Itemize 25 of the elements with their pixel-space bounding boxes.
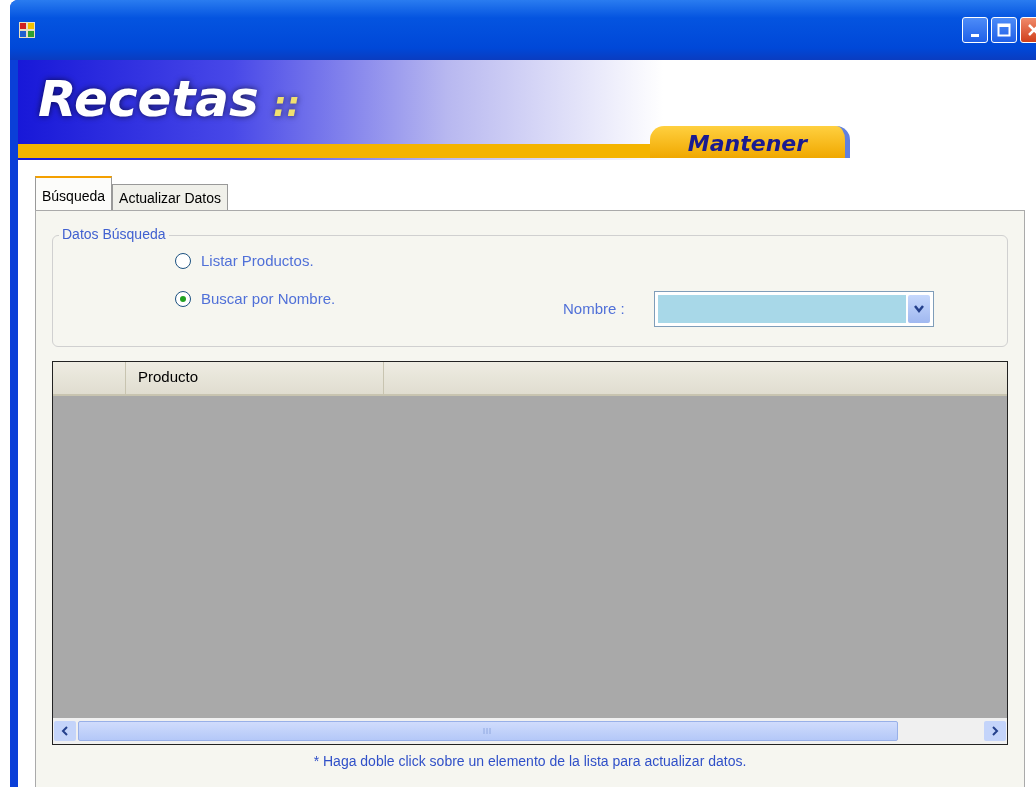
name-label: Nombre : xyxy=(563,300,625,317)
app-icon xyxy=(18,21,36,39)
title-separator: :: xyxy=(272,84,301,124)
footer-note: * Haga doble click sobre un elemento de la lista para actualizar datos. xyxy=(313,753,747,769)
minimize-icon xyxy=(971,33,979,37)
chevron-right-icon xyxy=(991,726,999,736)
minimize-button[interactable] xyxy=(962,17,988,43)
radio-icon[interactable] xyxy=(175,290,191,307)
chevron-down-icon xyxy=(913,304,925,314)
tab[interactable]: Búsqueda xyxy=(35,176,113,210)
radio-icon[interactable] xyxy=(175,252,191,269)
tab[interactable]: Actualizar Datos xyxy=(112,184,228,210)
radio-option[interactable]: Buscar por Nombre. xyxy=(175,290,336,307)
scroll-thumb[interactable] xyxy=(78,721,898,741)
scroll-left-button[interactable] xyxy=(54,721,76,741)
scroll-right-button[interactable] xyxy=(984,721,1006,741)
maximize-icon xyxy=(997,23,1011,37)
horizontal-scrollbar[interactable] xyxy=(53,718,1007,744)
maximize-button[interactable] xyxy=(991,17,1017,43)
group-legend: Datos Búsqueda xyxy=(59,226,169,242)
chevron-left-icon xyxy=(61,726,69,736)
name-dropdown[interactable] xyxy=(654,291,934,327)
radio-option[interactable]: Listar Productos. xyxy=(175,252,314,269)
app-title: Recetas xyxy=(38,70,259,128)
mode-badge: Mantener xyxy=(650,126,850,158)
